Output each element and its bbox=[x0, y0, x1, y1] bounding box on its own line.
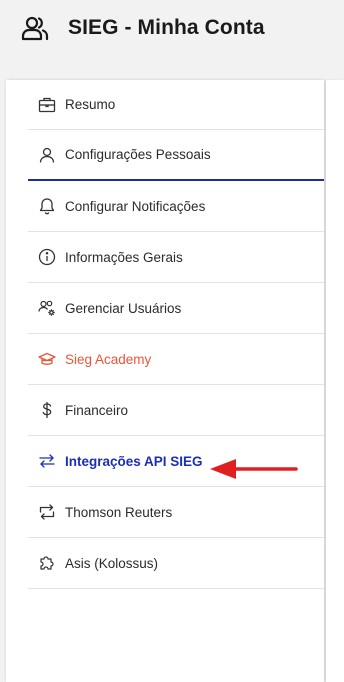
bell-icon bbox=[38, 197, 56, 215]
arrows-exchange-icon bbox=[38, 452, 56, 470]
puzzle-icon bbox=[38, 554, 56, 572]
repeat-icon bbox=[38, 503, 56, 521]
menu-item-configuracoes-pessoais[interactable]: Configurações Pessoais bbox=[28, 130, 324, 181]
users-gear-icon bbox=[38, 299, 56, 317]
menu-item-sieg-academy[interactable]: Sieg Academy bbox=[28, 334, 324, 385]
header-bar: SIEG - Minha Conta bbox=[0, 0, 344, 80]
menu-item-financeiro[interactable]: Financeiro bbox=[28, 385, 324, 436]
menu-item-informacoes-gerais[interactable]: Informações Gerais bbox=[28, 232, 324, 283]
menu-item-label: Resumo bbox=[65, 97, 116, 112]
menu-item-label: Gerenciar Usuários bbox=[65, 300, 182, 316]
menu-item-asis-kolossus[interactable]: Asis (Kolossus) bbox=[28, 538, 324, 589]
menu-item-label: Informações Gerais bbox=[65, 249, 183, 265]
menu-item-label: Financeiro bbox=[65, 402, 129, 418]
menu-item-label: Asis (Kolossus) bbox=[65, 555, 159, 571]
menu-item-configurar-notificacoes[interactable]: Configurar Notificações bbox=[28, 181, 324, 232]
red-arrow-pointer bbox=[210, 459, 298, 479]
menu-item-resumo[interactable]: Resumo bbox=[28, 80, 324, 130]
user-icon bbox=[38, 146, 56, 164]
menu-item-label: Configurar Notificações bbox=[65, 198, 206, 214]
briefcase-icon bbox=[38, 96, 56, 114]
content-panel-edge bbox=[326, 80, 344, 682]
dollar-icon bbox=[38, 401, 56, 419]
menu-item-label: Thomson Reuters bbox=[65, 504, 173, 520]
menu-item-label: Configurações Pessoais bbox=[65, 147, 211, 162]
account-menu: Resumo Configurações Pessoais Configurar… bbox=[28, 80, 324, 589]
graduation-cap-icon bbox=[38, 350, 56, 368]
menu-item-label: Integrações API SIEG bbox=[65, 453, 203, 469]
page-title: SIEG - Minha Conta bbox=[68, 16, 265, 39]
users-icon bbox=[20, 14, 50, 44]
menu-item-gerenciar-usuarios[interactable]: Gerenciar Usuários bbox=[28, 283, 324, 334]
menu-item-thomson-reuters[interactable]: Thomson Reuters bbox=[28, 487, 324, 538]
menu-item-label: Sieg Academy bbox=[65, 351, 152, 367]
info-icon bbox=[38, 248, 56, 266]
